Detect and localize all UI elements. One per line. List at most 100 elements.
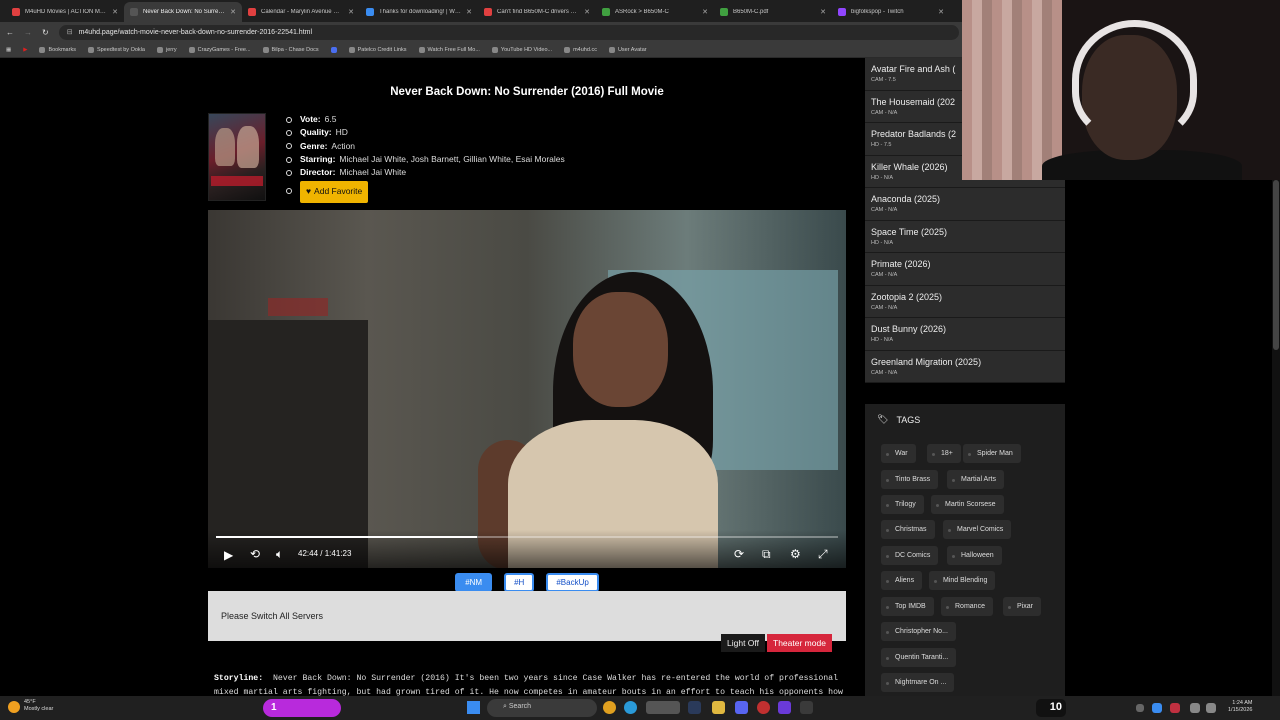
bookmark-item[interactable]: Bilpa - Chase Docs [262,46,319,53]
discord-icon[interactable] [735,701,748,714]
apps-icon[interactable]: ▦ [6,47,11,53]
tray-chevron-icon[interactable] [1136,704,1144,712]
tag-chip[interactable]: Quentin Taranti... [881,648,957,667]
sidebar-movie-item[interactable]: Anaconda (2025) CAM - N/A [865,188,1065,221]
tray-app-icon[interactable] [1170,703,1180,713]
browser-tab[interactable]: Can't find B650M-C drivers or ve ✕ [478,2,596,22]
tag-chip[interactable]: Top IMDB [881,597,934,616]
tag-chip[interactable]: Marvel Comics [943,520,1012,539]
windows-start-icon[interactable] [467,701,480,714]
video-player[interactable]: ▶ ⟲ 🔈︎ 42:44 / 1:41:23 ⟳ ⧉ ⚙ ⤢ [208,210,846,568]
sidebar-movie-item[interactable]: Primate (2026) CAM - N/A [865,253,1065,286]
fullscreen-icon[interactable]: ⤢ [818,547,828,562]
add-favorite-button[interactable]: ♥ Add Favorite [300,181,369,203]
taskbar-clock[interactable]: 1:24 AM 1/15/2026 [1228,700,1252,714]
tag-chip[interactable]: Trilogy [881,495,924,514]
tag-chip[interactable]: Tinto Brass [881,470,939,489]
chrome-icon[interactable] [603,701,616,714]
server-button-nm[interactable]: #NM [455,573,493,592]
picture-in-picture-icon[interactable]: ⧉ [762,547,771,562]
browser-tab[interactable]: ASRock > B650M-C ✕ [596,2,714,22]
scrollbar-thumb[interactable] [1273,180,1279,350]
tag-chip[interactable]: Pixar [1003,597,1041,616]
server-button-backup[interactable]: #BackUp [546,573,599,592]
bookmark-item[interactable]: User Avatar [608,46,647,53]
tray-app-icon[interactable] [1152,703,1162,713]
tag-chip[interactable]: Romance [941,597,993,616]
taskbar-search[interactable]: ⌕ Search [487,699,597,717]
tag-chip[interactable]: Christmas [881,520,935,539]
time-display: 42:44 / 1:41:23 [298,549,352,558]
browser-tab[interactable]: Thanks for downloading! | Wea ✕ [360,2,478,22]
sidebar-movie-item[interactable]: Zootopia 2 (2025) CAM - N/A [865,285,1065,318]
subs-app-icon[interactable] [646,701,680,714]
app-icon[interactable] [800,701,813,714]
youtube-icon[interactable]: ▶ [23,47,27,53]
theater-mode-button[interactable]: Theater mode [767,634,832,652]
browser-tab[interactable]: B650M-C.pdf ✕ [714,2,832,22]
browser-tab[interactable]: M4uHD Movies | ACTION Movi ✕ [6,2,124,22]
volume-tray-icon[interactable] [1206,703,1216,713]
back-icon[interactable]: ← [6,28,14,37]
tag-chip[interactable]: 18+ [927,444,961,463]
url-field[interactable]: ⊟ m4uhd.page/watch-movie-never-back-down… [58,24,959,40]
tag-chip[interactable]: Aliens [881,571,923,590]
tab-close-icon[interactable]: ✕ [702,8,708,16]
bookmark-item[interactable]: YouTube HD Video... [491,46,552,53]
tag-chip[interactable]: Nightmare On ... [881,673,955,692]
tab-close-icon[interactable]: ✕ [938,8,944,16]
steam-icon[interactable] [688,701,701,714]
tab-close-icon[interactable]: ✕ [820,8,826,16]
site-info-icon[interactable]: ⊟ [67,28,73,36]
tag-chip[interactable]: Martial Arts [947,470,1005,489]
tag-chip[interactable]: Martin Scorsese [931,495,1004,514]
play-icon[interactable]: ▶ [224,548,233,562]
tag-chip[interactable]: Mind Blending [929,571,996,590]
bookmark-item[interactable] [330,46,337,53]
server-switcher: #NM #H #BackUp [208,573,846,592]
tag-chip[interactable]: War [881,444,916,463]
genre-link[interactable]: Action [331,140,355,153]
bookmark-item[interactable]: m4uhd.cc [564,46,597,53]
twitch-icon[interactable] [778,701,791,714]
tab-close-icon[interactable]: ✕ [584,8,590,16]
tag-chip[interactable]: DC Comics [881,546,939,565]
reload-icon[interactable]: ↻ [42,28,49,37]
bookmark-item[interactable]: CrazyGames - Free... [188,46,251,53]
tab-close-icon[interactable]: ✕ [466,8,472,16]
edge-icon[interactable] [624,701,637,714]
file-explorer-icon[interactable] [712,701,725,714]
light-off-button[interactable]: Light Off [721,634,765,652]
app-icon[interactable] [757,701,770,714]
tab-close-icon[interactable]: ✕ [112,8,118,16]
bookmark-favicon-icon [156,46,163,53]
weather-widget[interactable]: 45°F Mostly clear [8,699,53,713]
wifi-icon[interactable] [1190,703,1200,713]
sidebar-movie-item[interactable]: Dust Bunny (2026) HD - N/A [865,318,1065,351]
tag-chip[interactable]: Halloween [947,546,1002,565]
bookmark-item[interactable]: Speedtest by Ookla [87,46,145,53]
browser-tab[interactable]: Calendar - Marylin Avenue STE ✕ [242,2,360,22]
favorite-row: ♥ Add Favorite [286,179,565,203]
sidebar-movie-item[interactable]: Space Time (2025) HD - N/A [865,220,1065,253]
tab-close-icon[interactable]: ✕ [348,8,354,16]
settings-gear-icon[interactable]: ⚙ [790,547,801,561]
seek-bar[interactable] [216,536,838,538]
browser-tab-active[interactable]: Never Back Down: No Surrende ✕ [124,2,242,22]
bookmark-item[interactable]: jerry [156,46,177,53]
page-title: Never Back Down: No Surrender (2016) Ful… [390,86,664,98]
volume-icon[interactable]: 🔈︎ [276,547,283,562]
tag-chip[interactable]: Spider Man [963,444,1021,463]
bookmark-item[interactable]: Patelco Credit Links [348,46,407,53]
forward-icon[interactable]: → [24,28,32,37]
tab-close-icon[interactable]: ✕ [230,8,236,16]
bookmark-favicon-icon [87,46,94,53]
forward-10-icon[interactable]: ⟳ [734,547,744,561]
bookmark-item[interactable]: Bookmarks [39,46,76,53]
rewind-10-icon[interactable]: ⟲ [250,547,260,561]
tag-chip[interactable]: Christopher No... [881,622,956,641]
bookmark-item[interactable]: Watch Free Full Mo... [418,46,480,53]
browser-tab[interactable]: bigfolkspop - Twitch ✕ [832,2,950,22]
sidebar-movie-item[interactable]: Greenland Migration (2025) CAM - N/A [865,350,1065,383]
server-button-h[interactable]: #H [504,573,535,592]
